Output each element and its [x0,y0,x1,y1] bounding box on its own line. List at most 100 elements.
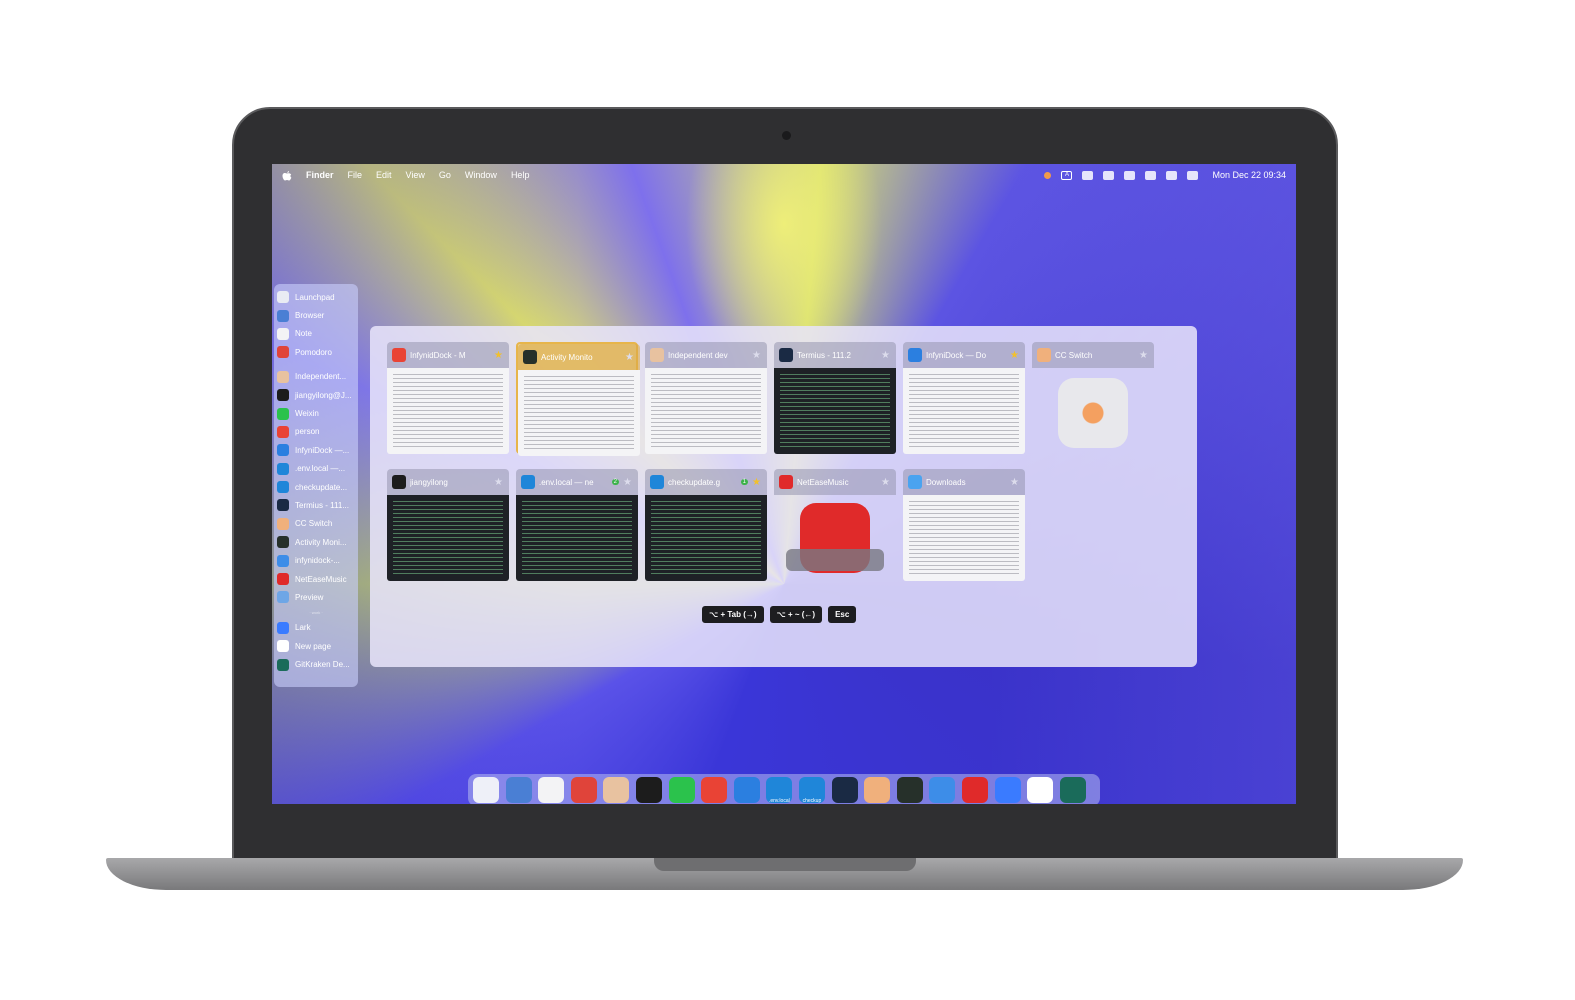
dock-terminal-icon[interactable] [635,777,662,803]
sidebar-item[interactable]: InfyniDock —... [274,441,358,459]
dock-lark-icon[interactable] [994,777,1021,803]
dock-independent-icon[interactable] [603,777,630,803]
download-status-icon[interactable] [1103,170,1115,180]
window-card-title: CC Switch [1055,350,1093,360]
battery-icon[interactable] [1145,170,1157,180]
window-card[interactable]: CC Switch ★ [1032,342,1154,454]
control-center-icon[interactable] [1187,170,1199,180]
thumbnail-content [780,374,890,448]
app-icon [277,554,289,567]
dock-xcode-icon[interactable] [733,777,760,803]
dock-activity-monitor-icon[interactable] [896,777,923,803]
app-icon [277,640,289,653]
star-icon[interactable]: ★ [493,350,504,361]
window-card[interactable]: Downloads ★ [903,469,1025,581]
input-source-icon[interactable]: A [1061,170,1073,180]
menu-clock[interactable]: Mon Dec 22 09:34 [1212,170,1286,180]
sidebar-item[interactable]: Note [274,325,358,343]
dock-chrome-icon[interactable] [701,777,728,803]
dock-vscode-env-icon[interactable]: .env.local [766,777,793,804]
sidebar-item-label: infynidock-... [295,556,340,566]
window-card[interactable]: NetEaseMusic ★ [774,469,896,581]
sidebar-item-label: Note [295,329,312,339]
app-icon [277,389,289,402]
star-icon[interactable]: ★ [751,350,762,361]
sidebar-item[interactable]: Lark [274,619,358,637]
app-icon [277,517,289,530]
window-card-header: checkupdate.g 1 ★ [645,469,767,495]
sidebar-item-label: Activity Moni... [295,537,347,547]
dock-weixin-icon[interactable] [668,777,695,803]
sidebar-item[interactable]: Independent... [274,368,358,386]
laptop-notch [654,858,916,871]
pomodoro-status-icon[interactable] [1044,171,1052,179]
dock-pomodoro-icon[interactable] [570,777,597,803]
window-badge: 2 [611,479,619,485]
sidebar-item[interactable]: CC Switch [274,515,358,533]
sidebar-item[interactable]: person [274,423,358,441]
star-icon[interactable]: ★ [1009,477,1020,488]
star-icon[interactable]: ★ [751,477,762,488]
sidebar-item[interactable]: Termius - 111... [274,496,358,514]
star-icon[interactable]: ★ [880,477,891,488]
sidebar-item[interactable]: Preview [274,588,358,606]
star-icon[interactable]: ★ [880,350,891,361]
menu-view[interactable]: View [406,170,425,180]
dock-launchpad-icon[interactable] [473,777,499,803]
window-card[interactable]: .env.local — ne 2 ★ [516,469,638,581]
dock-cc-switch-icon[interactable] [864,777,891,803]
sidebar-item[interactable]: checkupdate... [274,478,358,496]
menu-help[interactable]: Help [511,170,530,180]
dock-browser-icon[interactable] [505,777,532,803]
window-card[interactable]: InfynidDock - M ★ [387,342,509,454]
wechat-status-icon[interactable] [1082,170,1094,180]
window-card[interactable]: checkupdate.g 1 ★ [645,469,767,581]
sidebar-item[interactable]: .env.local —... [274,460,358,478]
dock-gitkraken-icon[interactable] [1059,777,1086,803]
sidebar-item[interactable]: Launchpad [274,288,358,306]
wifi-icon[interactable] [1166,170,1178,180]
menu-window[interactable]: Window [465,170,497,180]
menu-app-finder[interactable]: Finder [306,170,334,180]
dock-vscode-checkup-icon[interactable]: checkup [798,777,825,804]
sidebar-item[interactable]: Weixin [274,404,358,422]
window-card-header: InfynidDock - M ★ [387,342,509,368]
sidebar-item[interactable]: Activity Moni... [274,533,358,551]
sidebar-item[interactable]: Pomodoro [274,343,358,361]
apple-icon[interactable] [282,170,292,181]
window-card-header: NetEaseMusic ★ [774,469,896,495]
menu-go[interactable]: Go [439,170,451,180]
window-card[interactable]: Independent dev ★ [645,342,767,454]
menu-file[interactable]: File [348,170,363,180]
menu-edit[interactable]: Edit [376,170,392,180]
sidebar-item[interactable]: jiangyilong@J... [274,386,358,404]
playback-controls[interactable] [786,549,884,571]
sidebar-item-label: InfyniDock —... [295,445,350,455]
app-icon [277,573,289,586]
window-thumbnail [518,370,640,456]
star-icon[interactable]: ★ [622,477,633,488]
star-icon[interactable]: ★ [1009,350,1020,361]
sidebar-item[interactable]: NetEaseMusic [274,570,358,588]
app-icon [908,475,922,489]
star-icon[interactable]: ★ [1138,350,1149,361]
window-card[interactable]: jiangyilong ★ [387,469,509,581]
hint-esc[interactable]: Esc [828,606,857,623]
star-icon[interactable]: ★ [493,477,504,488]
shield-status-icon[interactable] [1124,170,1136,180]
sidebar-item[interactable]: Browser [274,306,358,324]
dock-note-icon[interactable] [538,777,565,803]
star-icon[interactable]: ★ [624,352,635,363]
sidebar-item-label: Launchpad [295,292,335,302]
dock-notion-icon[interactable] [1027,777,1054,803]
dock-termius-icon[interactable] [831,777,858,803]
app-icon [1037,348,1051,362]
window-card[interactable]: Activity Monito ★ [516,342,640,456]
window-card[interactable]: InfyniDock — Do ★ [903,342,1025,454]
window-card[interactable]: Termius - 111.2 ★ [774,342,896,454]
sidebar-item[interactable]: New page [274,637,358,655]
dock-finder-icon[interactable] [929,777,956,803]
dock-netease-music-icon[interactable] [961,777,988,803]
sidebar-item[interactable]: GitKraken De... [274,655,358,673]
sidebar-item[interactable]: infynidock-... [274,551,358,569]
